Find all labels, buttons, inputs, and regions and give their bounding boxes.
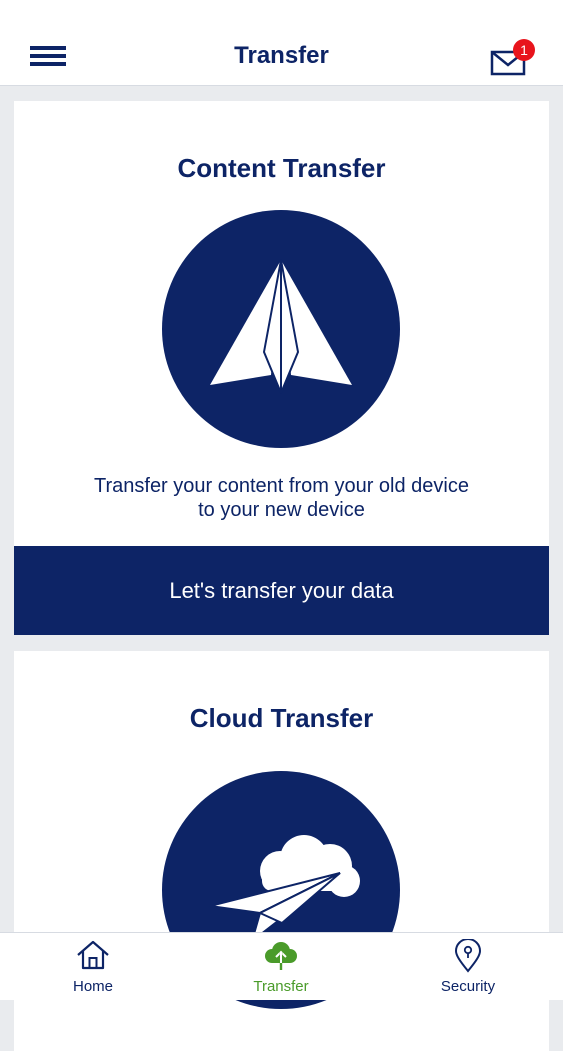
app-header: Transfer 1 bbox=[0, 0, 563, 86]
bottom-tab-bar: Home Transfer Security bbox=[0, 932, 563, 1000]
card-title: Content Transfer bbox=[177, 153, 386, 183]
description-line: to your new device bbox=[198, 499, 365, 521]
tab-home[interactable]: Home bbox=[23, 933, 163, 1001]
card-description: Transfer your content from your old devi… bbox=[44, 474, 519, 522]
paper-plane-icon bbox=[162, 210, 400, 448]
tab-label: Transfer bbox=[253, 978, 309, 995]
page-title: Transfer bbox=[234, 42, 329, 69]
card-title: Cloud Transfer bbox=[189, 703, 374, 733]
security-pin-icon bbox=[454, 939, 482, 973]
mail-badge: 1 bbox=[513, 39, 535, 61]
content-transfer-card: Content Transfer Transfer your content f… bbox=[14, 101, 549, 635]
tab-security[interactable]: Security bbox=[398, 933, 538, 1001]
tab-label: Security bbox=[440, 978, 496, 995]
transfer-data-button[interactable]: Let's transfer your data bbox=[14, 546, 549, 635]
description-line: Transfer your content from your old devi… bbox=[94, 475, 469, 497]
cloud-upload-icon bbox=[265, 942, 297, 970]
tab-transfer[interactable]: Transfer bbox=[211, 933, 351, 1001]
home-icon bbox=[77, 940, 109, 970]
tab-label: Home bbox=[72, 978, 113, 995]
